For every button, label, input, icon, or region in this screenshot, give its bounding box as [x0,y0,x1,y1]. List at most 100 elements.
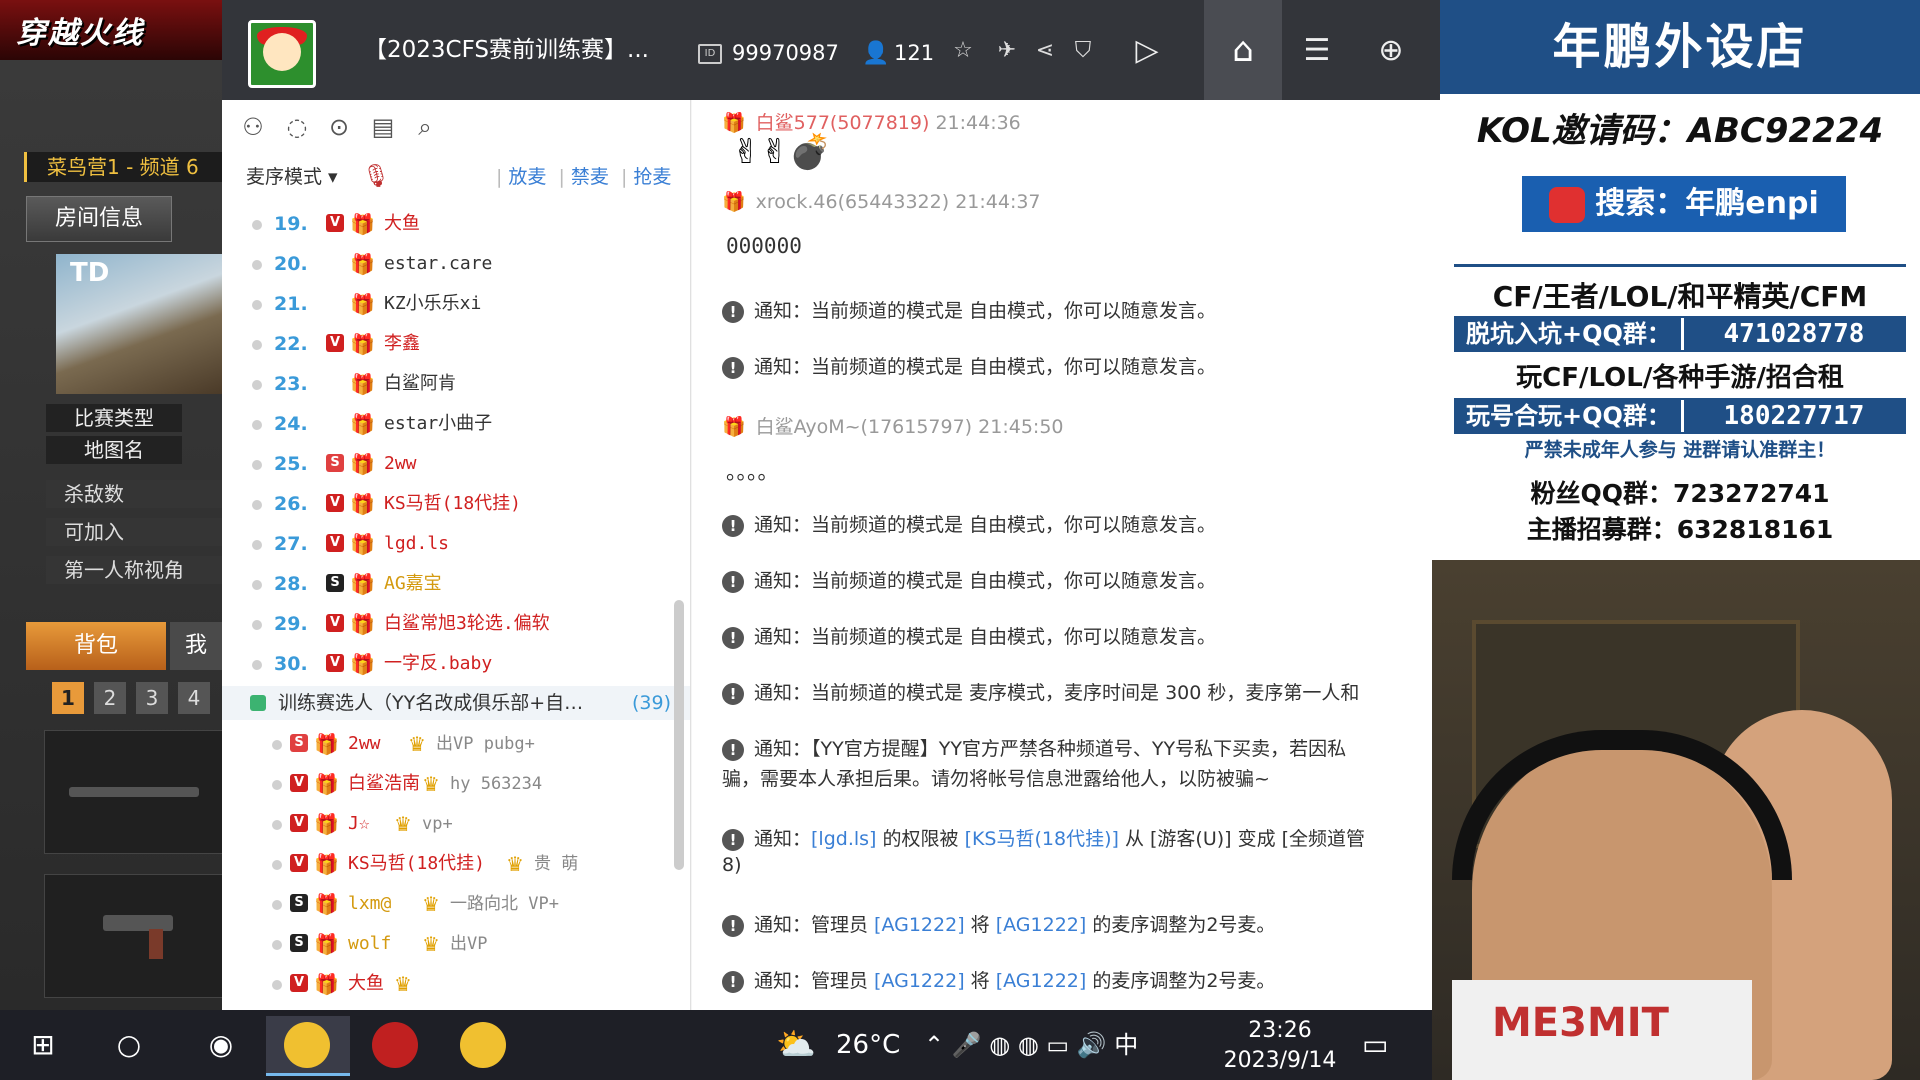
member-row[interactable]: 28. S 🎁 AG嘉宝 [222,564,690,604]
location-icon[interactable]: ⊙ [322,110,356,144]
status-dot [252,300,262,310]
gift-icon: 🎁 [722,191,746,213]
notice-text: 的权限被 [876,828,965,850]
ime-indicator[interactable]: 中 [1114,1031,1138,1059]
notes-icon[interactable]: ▤ [366,110,400,144]
notification-icon[interactable]: ▭ [1362,1026,1388,1064]
member-row[interactable]: 25. S 🎁 2ww [222,444,690,484]
weather-icon: ⛅ [776,1025,816,1063]
vip-badge-icon: S [290,934,308,952]
crown-icon: ♛ [422,932,440,956]
member-row[interactable]: V 🎁 大鱼 ♛ [222,964,690,1004]
plane-icon[interactable]: ✈ [992,36,1022,66]
search-circle-icon[interactable]: ○ [104,1020,154,1070]
map-name-label: 地图名 [46,436,182,464]
gift-icon: 🎁 [350,492,375,516]
gift-icon: 🎁 [722,416,746,438]
ban-mic-link[interactable]: 禁麦 [571,166,609,188]
system-notice: ! 通知：当前频道的模式是 自由模式，你可以随意发言。 [722,296,1216,323]
taskbar-yy-app[interactable] [266,1016,350,1076]
taskbar-yy-app-2[interactable] [442,1016,526,1076]
person-icon[interactable]: ⚇ [236,110,270,144]
home-icon[interactable]: ⌂ [1204,0,1282,100]
shield-icon[interactable]: ⛉ [1068,36,1098,66]
notice-icon: ! [722,300,744,323]
group-count: (39) [632,692,672,714]
fans-group: 粉丝QQ群：723272741 [1530,479,1830,508]
sender-name[interactable]: 白鲨AyoM~(17615797) [756,416,972,438]
member-group[interactable]: 训练赛选人（YY名改成俱乐部+自… (39) [222,686,690,720]
release-mic-link[interactable]: 放麦 [508,166,546,188]
member-row[interactable]: 27. V 🎁 lgd.ls [222,524,690,564]
member-row[interactable]: S 🎁 lxm@ ♛ 一路向北 VP+ [222,884,690,924]
member-row[interactable]: 22. V 🎁 李鑫 [222,324,690,364]
windows-start-icon[interactable]: ⊞ [18,1020,68,1070]
sender-name[interactable]: 白鲨577(5077819) [756,112,930,134]
user-link[interactable]: [AG1222] [996,914,1087,936]
mic-actions: | 放麦 | 禁麦 | 抢麦 [496,166,672,188]
notice-text: 的麦序调整为2号麦。 [1086,914,1276,936]
bag-tab[interactable]: 背包 [26,622,166,670]
member-scrollbar[interactable] [674,600,684,870]
chat-bubble-icon[interactable]: ◌ [280,110,314,144]
slot-1[interactable]: 1 [52,682,84,714]
channel-avatar[interactable] [248,20,316,88]
member-name: estar小曲子 [384,413,493,434]
list-icon[interactable]: ☰ [1292,26,1342,76]
slot-3[interactable]: 3 [136,682,168,714]
system-tray[interactable]: ⌃ 🎤 ◍ ◍ ▭ 🔊 中 [924,1028,1138,1062]
taskbar-cf-app[interactable] [354,1016,438,1076]
member-row[interactable]: 19. V 🎁 大鱼 [222,204,690,244]
status-dot [272,940,282,950]
gift-icon: 🎁 [314,972,339,996]
notice-text: 通知：管理员 [754,970,875,992]
status-dot [272,820,282,830]
member-row[interactable]: V 🎁 J☆ ♛ vp+ [222,804,690,844]
member-row[interactable]: 20. 🎁 estar.care [222,244,690,284]
user-link[interactable]: [KS马哲(18代挂)] [965,828,1119,850]
member-row[interactable]: V 🎁 白鲨浩南 ♛ hy 563234 [222,764,690,804]
member-row[interactable]: 21. 🎁 KZ小乐乐xi [222,284,690,324]
member-row[interactable]: V 🎁 KS马哲(18代挂) ♛ 贵 萌 [222,844,690,884]
member-row[interactable]: 24. 🎁 estar小曲子 [222,404,690,444]
qq-group-2-label: 玩号合玩+QQ群： [1456,400,1681,432]
video-icon[interactable]: ▷ [1122,26,1172,76]
member-row[interactable]: 29. V 🎁 白鲨常旭3轮选.偏软 [222,604,690,644]
slot-2[interactable]: 2 [94,682,126,714]
star-icon[interactable]: ☆ [948,36,978,66]
user-link[interactable]: [AG1222] [874,914,965,936]
gift-icon: 🎁 [314,772,339,796]
slot-4[interactable]: 4 [178,682,210,714]
me-tab[interactable]: 我 [170,622,222,670]
mic-order-number: 24. [274,413,308,435]
search-icon[interactable]: ⌕ [408,110,442,144]
member-row[interactable]: 30. V 🎁 一字反.baby [222,644,690,684]
message-body: 000000 [726,234,802,258]
sender-name[interactable]: xrock.46(65443322) [756,191,949,213]
user-link[interactable]: [AG1222] [874,970,965,992]
gamepad-icon[interactable]: ⊕ [1366,26,1416,76]
group-icon [250,695,266,711]
grab-mic-link[interactable]: 抢麦 [633,166,671,188]
member-row[interactable]: 23. 🎁 白鲨阿肯 [222,364,690,404]
qq-group-1-label: 脱坑入坑+QQ群： [1456,318,1681,350]
weapon-slot-rifle[interactable] [44,730,222,854]
weapon-slot-pistol[interactable] [44,874,222,998]
room-info-button[interactable]: 房间信息 [26,196,172,242]
mode-dropdown[interactable]: 麦序模式 ▾ [246,162,338,192]
user-link[interactable]: [AG1222] [996,970,1087,992]
gift-icon: 🎁 [350,612,375,636]
mic-off-icon[interactable]: 🎙 [362,162,390,192]
clock-date[interactable]: 2023/9/14 [1222,1048,1338,1074]
status-dot [272,860,282,870]
yy-top-bar: 【2023CFS赛前训练赛】... ID 99970987 👤 121 ☆ ✈ … [222,0,1440,100]
member-row[interactable]: S 🎁 wolf ♛ 出VP [222,924,690,964]
share-icon[interactable]: ⋖ [1030,36,1060,66]
member-note: 一路向北 VP+ [450,894,559,914]
member-row[interactable]: 26. V 🎁 KS马哲(18代挂) [222,484,690,524]
obs-icon[interactable]: ◉ [196,1020,246,1070]
member-row[interactable]: S 🎁 2ww ♛ 出VP pubg+ [222,724,690,764]
clock-time[interactable]: 23:26 [1230,1018,1330,1044]
user-link[interactable]: [lgd.ls] [811,828,876,850]
notice-icon: ! [722,626,744,649]
